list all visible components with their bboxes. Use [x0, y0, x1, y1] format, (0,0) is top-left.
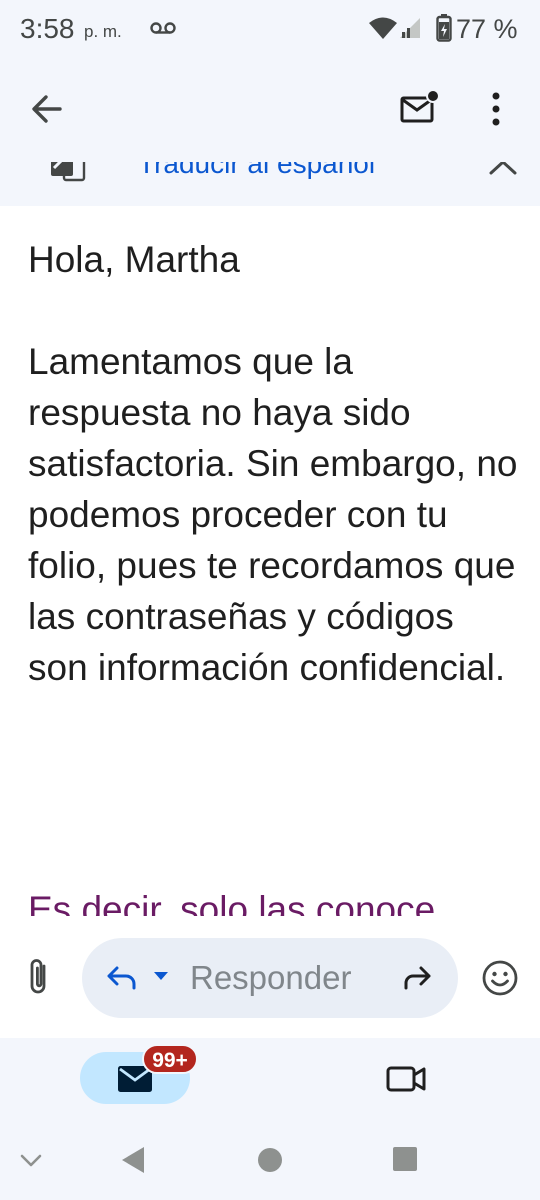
status-ampm: p. m. — [84, 22, 122, 41]
dropdown-icon[interactable] — [152, 970, 170, 982]
email-paragraph: Lamentamos que la respuesta no haya sido… — [28, 341, 518, 688]
arrow-back-icon — [32, 95, 62, 123]
email-greeting: Hola, Martha — [28, 239, 240, 280]
translate-strip[interactable]: Traducir al español — [0, 162, 540, 206]
email-tail-text: Es decir, solo las conoce — [28, 889, 436, 916]
attach-icon[interactable] — [24, 956, 54, 998]
video-call-icon[interactable] — [384, 1060, 428, 1098]
chevron-up-icon[interactable] — [486, 162, 520, 178]
wifi-icon — [368, 16, 398, 40]
translate-icon — [48, 162, 88, 182]
back-button[interactable] — [26, 88, 68, 130]
more-vert-icon — [492, 92, 500, 126]
email-body-continued: Es decir, solo las conoce — [28, 884, 518, 916]
signal-icon — [398, 16, 422, 40]
home-circle-icon[interactable] — [256, 1146, 284, 1174]
battery-percent: 77 % — [456, 14, 518, 44]
reply-placeholder[interactable]: Responder — [190, 958, 351, 998]
translate-link[interactable]: Traducir al español — [138, 162, 375, 182]
mail-unread-badge: 99+ — [142, 1044, 198, 1074]
recents-square-icon[interactable] — [392, 1146, 418, 1172]
chevron-down-icon[interactable] — [18, 1150, 44, 1170]
reply-icon[interactable] — [104, 960, 140, 996]
voicemail-icon — [150, 20, 176, 36]
more-options-button[interactable] — [480, 86, 512, 132]
mark-unread-icon — [400, 89, 440, 123]
back-triangle-icon[interactable] — [118, 1144, 148, 1176]
status-time: 3:58 — [20, 13, 75, 44]
email-body: Hola, Martha Lamentamos que la respuesta… — [28, 234, 518, 693]
emoji-icon[interactable] — [480, 958, 520, 998]
app-bar — [0, 58, 540, 162]
mark-unread-button[interactable] — [396, 86, 442, 132]
forward-icon[interactable] — [400, 962, 434, 994]
battery-charging-icon — [436, 14, 452, 42]
